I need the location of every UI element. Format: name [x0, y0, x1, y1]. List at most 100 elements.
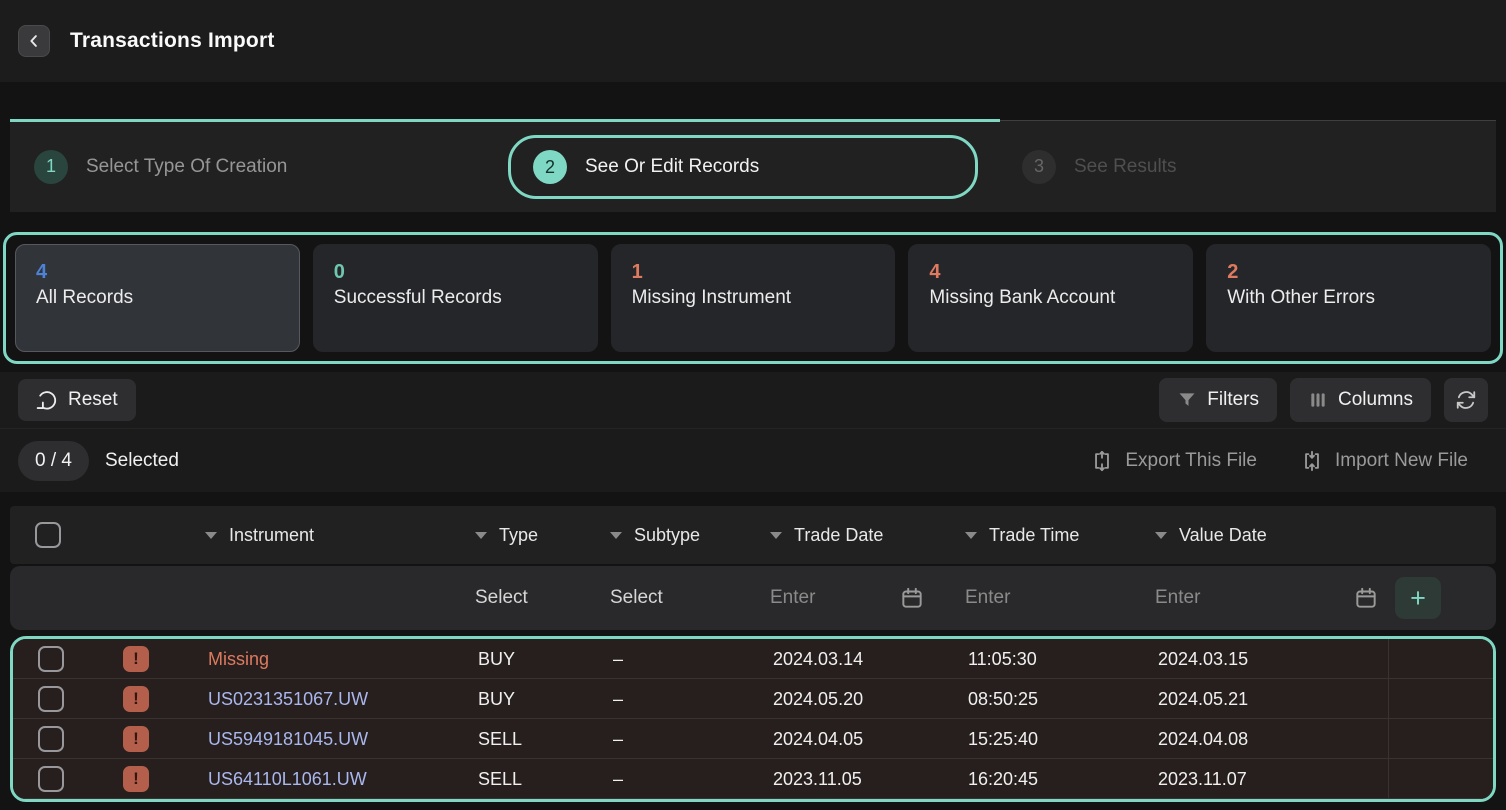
- column-label: Trade Time: [989, 525, 1079, 546]
- error-exclamation-icon[interactable]: !: [123, 726, 149, 752]
- funnel-icon: [1177, 390, 1197, 410]
- trade-date-cell: 2024.03.14: [763, 649, 958, 670]
- trade-date-cell: 2024.04.05: [763, 729, 958, 750]
- filter-trade-date-input[interactable]: Enter: [770, 587, 815, 609]
- toolbar-actions-row: Reset Filters Columns: [0, 372, 1506, 428]
- column-header-type[interactable]: Type: [465, 525, 600, 546]
- filter-type-select[interactable]: Select: [465, 566, 600, 630]
- calendar-icon[interactable]: [899, 585, 925, 611]
- table-body: ! Missing BUY – 2024.03.14 11:05:30 2024…: [13, 639, 1493, 799]
- stat-card-with-other-errors[interactable]: 2 With Other Errors: [1206, 244, 1491, 352]
- page-title: Transactions Import: [70, 29, 275, 53]
- stat-card-successful-records[interactable]: 0 Successful Records: [313, 244, 598, 352]
- value-date-cell: 2024.03.15: [1148, 649, 1388, 670]
- calendar-icon[interactable]: [1353, 585, 1379, 611]
- subtype-cell: –: [603, 649, 763, 670]
- add-row-button[interactable]: +: [1395, 577, 1441, 619]
- filters-label: Filters: [1207, 389, 1259, 411]
- caret-down-icon: [610, 532, 622, 539]
- filter-subtype-select[interactable]: Select: [600, 566, 760, 630]
- selection-row: 0 / 4 Selected Export This File Import N…: [0, 428, 1506, 492]
- step-2-label: See Or Edit Records: [585, 156, 759, 178]
- reset-button[interactable]: Reset: [18, 379, 136, 421]
- step-see-or-edit-records-active[interactable]: 2 See Or Edit Records: [508, 135, 978, 199]
- column-label: Type: [499, 525, 538, 546]
- trade-date-cell: 2023.11.05: [763, 769, 958, 790]
- row-checkbox[interactable]: [38, 686, 64, 712]
- chevron-left-icon: [25, 32, 43, 50]
- export-this-file-button[interactable]: Export This File: [1091, 450, 1257, 472]
- caret-down-icon: [205, 532, 217, 539]
- import-label: Import New File: [1335, 450, 1468, 472]
- column-header-instrument[interactable]: Instrument: [195, 525, 465, 546]
- type-cell: SELL: [468, 729, 603, 750]
- step-1-circle: 1: [34, 150, 68, 184]
- caret-down-icon: [770, 532, 782, 539]
- stat-card-missing-instrument[interactable]: 1 Missing Instrument: [611, 244, 896, 352]
- value-date-cell: 2023.11.07: [1148, 769, 1388, 790]
- error-exclamation-icon[interactable]: !: [123, 686, 149, 712]
- column-label: Trade Date: [794, 525, 883, 546]
- table-filters-row: Select Select Enter Enter Enter +: [10, 566, 1496, 630]
- column-header-value-date[interactable]: Value Date: [1145, 525, 1385, 546]
- export-icon: [1091, 450, 1113, 472]
- row-checkbox[interactable]: [38, 726, 64, 752]
- type-cell: SELL: [468, 769, 603, 790]
- selected-label: Selected: [105, 450, 179, 472]
- filter-trade-time-input[interactable]: Enter: [955, 566, 1145, 630]
- stat-card-all-records[interactable]: 4 All Records: [15, 244, 300, 352]
- type-cell: BUY: [468, 689, 603, 710]
- step-see-results[interactable]: 3 See Results: [1022, 121, 1176, 212]
- column-header-trade-time[interactable]: Trade Time: [955, 525, 1145, 546]
- select-all-checkbox[interactable]: [35, 522, 61, 548]
- error-exclamation-icon[interactable]: !: [123, 766, 149, 792]
- stat-label: With Other Errors: [1227, 287, 1470, 309]
- value-date-cell: 2024.05.21: [1148, 689, 1388, 710]
- column-label: Instrument: [229, 525, 314, 546]
- back-button[interactable]: [18, 25, 50, 57]
- filter-value-date-input[interactable]: Enter: [1155, 587, 1200, 609]
- column-label: Value Date: [1179, 525, 1267, 546]
- step-select-type[interactable]: 1 Select Type Of Creation: [34, 121, 287, 212]
- type-cell: BUY: [468, 649, 603, 670]
- table-row[interactable]: ! US5949181045.UW SELL – 2024.04.05 15:2…: [13, 719, 1493, 759]
- stat-card-missing-bank-account[interactable]: 4 Missing Bank Account: [908, 244, 1193, 352]
- import-new-file-button[interactable]: Import New File: [1301, 450, 1468, 472]
- row-end-spacer: [1388, 639, 1493, 679]
- stats-highlight-outline: 4 All Records 0 Successful Records 1 Mis…: [3, 232, 1503, 364]
- subtype-cell: –: [603, 769, 763, 790]
- plus-icon: +: [1410, 585, 1426, 612]
- instrument-cell[interactable]: US0231351067.UW: [198, 689, 468, 710]
- stat-value: 4: [929, 261, 1172, 284]
- row-end-spacer: [1388, 719, 1493, 759]
- error-exclamation-icon[interactable]: !: [123, 646, 149, 672]
- table-row[interactable]: ! US64110L1061.UW SELL – 2023.11.05 16:2…: [13, 759, 1493, 799]
- transactions-import-page: Transactions Import 1 Select Type Of Cre…: [0, 0, 1506, 810]
- filters-button[interactable]: Filters: [1159, 378, 1277, 422]
- row-checkbox[interactable]: [38, 646, 64, 672]
- table-header-row: Instrument Type Subtype Trade Date Trade…: [10, 506, 1496, 564]
- stat-label: Successful Records: [334, 287, 577, 309]
- export-label: Export This File: [1125, 450, 1257, 472]
- trade-date-cell: 2024.05.20: [763, 689, 958, 710]
- columns-icon: [1308, 390, 1328, 410]
- stat-label: Missing Instrument: [632, 287, 875, 309]
- table-row[interactable]: ! US0231351067.UW BUY – 2024.05.20 08:50…: [13, 679, 1493, 719]
- columns-button[interactable]: Columns: [1290, 378, 1431, 422]
- stat-value: 0: [334, 261, 577, 284]
- stat-value: 4: [36, 261, 279, 284]
- caret-down-icon: [475, 532, 487, 539]
- rotate-ccw-icon: [36, 389, 58, 411]
- refresh-button[interactable]: [1444, 378, 1488, 422]
- stats-row: 4 All Records 0 Successful Records 1 Mis…: [15, 244, 1491, 352]
- row-end-spacer: [1388, 759, 1493, 799]
- instrument-cell[interactable]: US5949181045.UW: [198, 729, 468, 750]
- row-checkbox[interactable]: [38, 766, 64, 792]
- step-3-label: See Results: [1074, 156, 1176, 178]
- instrument-cell[interactable]: Missing: [198, 649, 468, 670]
- instrument-cell[interactable]: US64110L1061.UW: [198, 769, 468, 790]
- table-row[interactable]: ! Missing BUY – 2024.03.14 11:05:30 2024…: [13, 639, 1493, 679]
- column-header-trade-date[interactable]: Trade Date: [760, 525, 955, 546]
- row-end-spacer: [1388, 679, 1493, 719]
- column-header-subtype[interactable]: Subtype: [600, 525, 760, 546]
